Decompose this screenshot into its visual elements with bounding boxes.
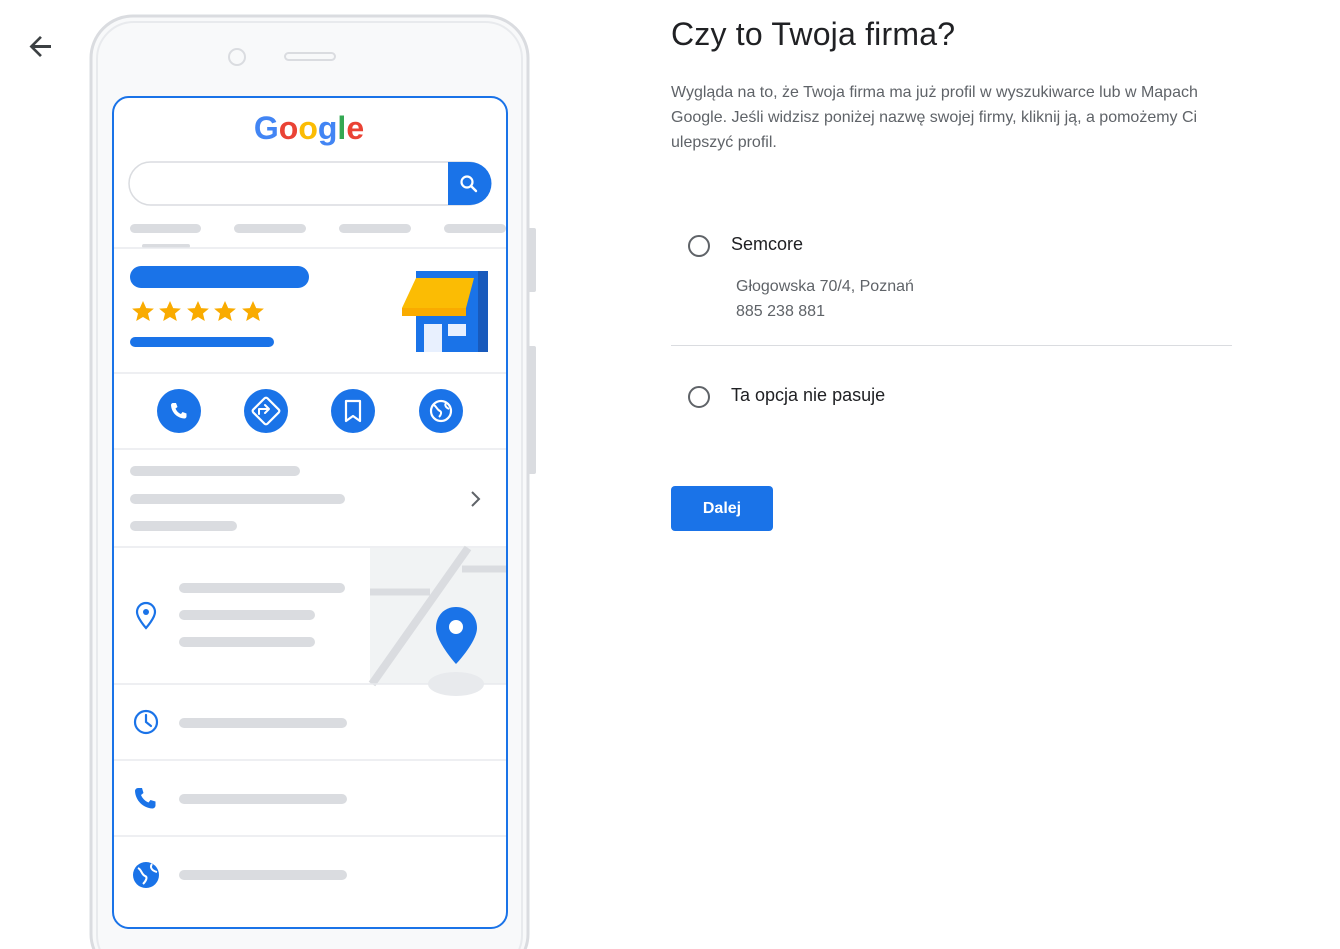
page-description: Wygląda na to, że Twoja firma ma już pro…: [671, 84, 1198, 151]
option-semcore[interactable]: Semcore Głogowska 70/4, Poznań 885 238 8…: [671, 228, 1231, 328]
options-divider: [671, 345, 1232, 346]
globe-icon: [419, 389, 463, 433]
search-bar: [128, 161, 490, 206]
logo-letter: o: [298, 110, 318, 146]
logo-letter: l: [337, 110, 346, 146]
logo-letter: e: [346, 110, 364, 146]
option-label: Semcore: [731, 234, 804, 254]
logo-letter: G: [254, 110, 279, 146]
radio-semcore[interactable]: [688, 235, 710, 257]
business-address: Głogowska 70/4, Poznań: [736, 278, 914, 295]
next-button[interactable]: Dalej: [671, 486, 773, 531]
logo-letter: g: [318, 110, 338, 146]
logo-letter: o: [279, 110, 299, 146]
bookmark-icon: [331, 389, 375, 433]
directions-icon: [244, 389, 288, 433]
website-globe-icon: [133, 862, 159, 888]
business-profile-illustration: Google: [89, 14, 536, 949]
phone-action-icon: [157, 389, 201, 433]
option-none[interactable]: Ta opcja nie pasuje: [671, 379, 1231, 415]
radio-none[interactable]: [688, 386, 710, 408]
page-title: Czy to Twoja firma?: [671, 16, 956, 52]
option-label: Ta opcja nie pasuje: [731, 385, 886, 405]
business-phone: 885 238 881: [736, 303, 825, 320]
google-logo: Google: [254, 110, 364, 146]
